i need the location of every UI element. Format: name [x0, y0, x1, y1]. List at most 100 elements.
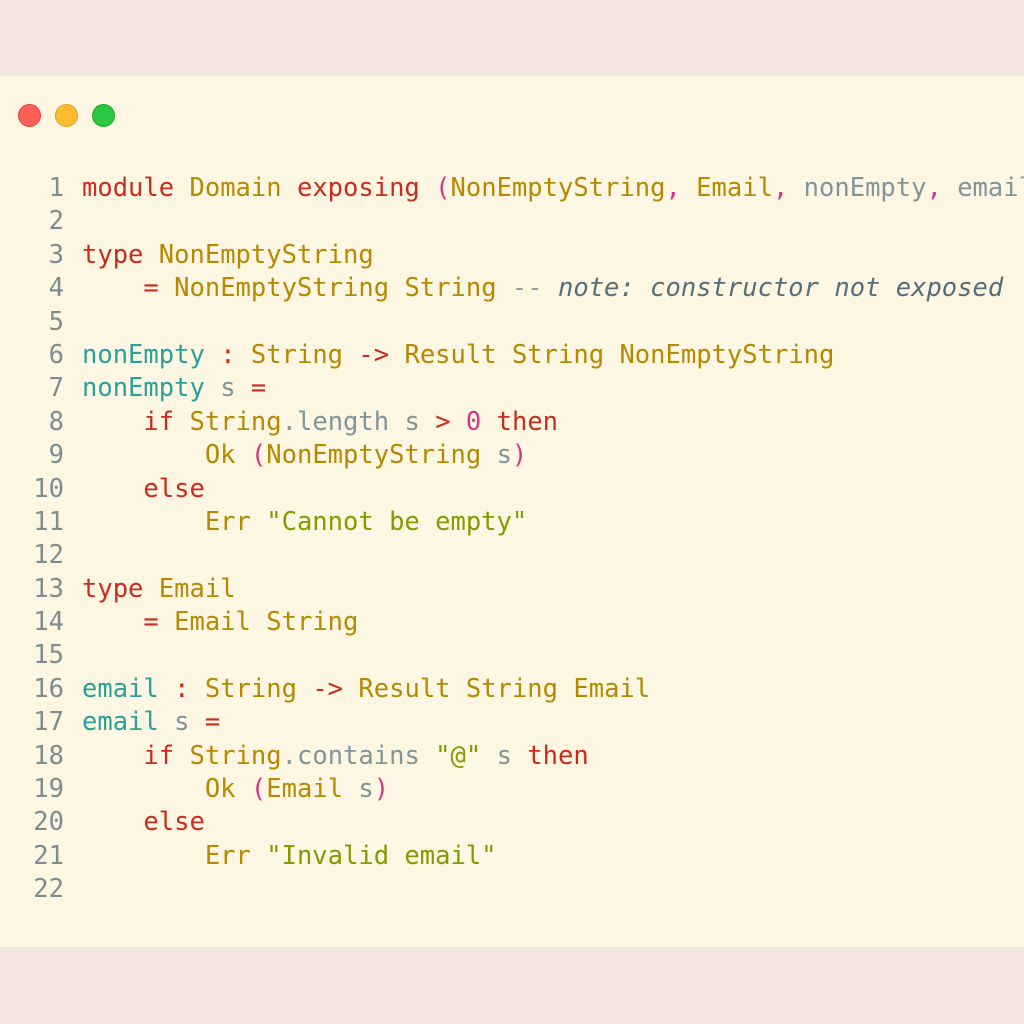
line-source: if String.length s > 0 then [82, 406, 558, 439]
line-number: 11 [33, 506, 64, 537]
code-token: then [527, 740, 589, 771]
line-source: if String.contains "@" s then [82, 740, 589, 773]
code-token: Ok [204, 774, 236, 805]
line-number: 12 [33, 540, 64, 571]
code-token: : [174, 673, 190, 704]
line-number: 9 [48, 440, 64, 471]
code-token: module [82, 173, 175, 203]
line-number: 18 [33, 740, 64, 771]
code-token: length [296, 406, 390, 437]
code-token: NonEmptyString [174, 273, 390, 304]
line-number: 15 [33, 640, 64, 671]
line-source: type Email [82, 573, 236, 606]
code-line: 11 Err "Cannot be empty" [0, 506, 1024, 539]
code-token: NonEmptyString [450, 173, 666, 203]
line-source: module Domain exposing (NonEmptyString, … [82, 172, 1024, 205]
code-token: s [496, 740, 512, 771]
code-token: Email [573, 673, 651, 704]
code-line: 18 if String.contains "@" s then [0, 740, 1024, 773]
code-token: NonEmptyString [158, 239, 374, 270]
code-token: -- [511, 273, 543, 304]
code-token: NonEmptyString [619, 339, 835, 370]
zoom-window-button[interactable] [92, 104, 115, 127]
code-token: s [220, 373, 236, 404]
code-token: String [465, 673, 559, 704]
code-line: 7 nonEmpty s = [0, 372, 1024, 405]
code-line: 21 Err "Invalid email" [0, 840, 1024, 873]
code-token: ( [435, 173, 451, 203]
code-token: Err [204, 840, 251, 871]
line-source: = NonEmptyString String -- note: constru… [82, 272, 1003, 305]
line-number: 14 [33, 607, 64, 638]
line-number: 13 [33, 573, 64, 604]
line-number: 4 [48, 273, 64, 304]
code-token: Result [358, 673, 451, 704]
code-line: 10 else [0, 473, 1024, 506]
code-token: String [404, 273, 497, 304]
code-token: "Cannot be empty" [266, 506, 528, 537]
code-line: 19 Ok (Email s) [0, 773, 1024, 806]
code-token: nonEmpty [82, 373, 205, 404]
line-source: else [82, 806, 205, 839]
code-token: nonEmpty [803, 173, 927, 203]
code-token: = [143, 273, 159, 304]
code-token: note: constructor not exposed [558, 273, 1004, 304]
code-token: else [143, 807, 205, 838]
code-token: then [496, 406, 559, 437]
code-token: > [435, 406, 451, 437]
code-token: Result [404, 339, 497, 370]
line-source: email : String -> Result String Email [82, 673, 650, 706]
minimize-window-button[interactable] [55, 104, 78, 127]
code-token: contains [296, 740, 420, 771]
code-line: 14 = Email String [0, 606, 1024, 639]
line-number: 20 [33, 807, 64, 838]
line-number: 3 [48, 239, 64, 270]
code-line: 4 = NonEmptyString String -- note: const… [0, 272, 1024, 305]
line-source: nonEmpty : String -> Result String NonEm… [82, 339, 834, 372]
code-line: 9 Ok (NonEmptyString s) [0, 439, 1024, 472]
line-number: 21 [33, 840, 64, 871]
code-token: s [496, 440, 512, 471]
line-number: 22 [33, 874, 64, 905]
code-line: 5 [0, 306, 1024, 339]
code-editor[interactable]: 1 module Domain exposing (NonEmptyString,… [0, 172, 1024, 907]
line-number: 19 [33, 774, 64, 805]
code-token: email [957, 173, 1024, 203]
code-token: : [220, 339, 236, 370]
code-line: 6 nonEmpty : String -> Result String NonE… [0, 339, 1024, 372]
code-token: type [82, 239, 144, 270]
code-token: -> [358, 339, 390, 370]
line-source: else [82, 473, 204, 506]
line-source: Ok (NonEmptyString s) [82, 439, 527, 472]
code-token: s [174, 707, 190, 738]
code-line: 8 if String.length s > 0 then [0, 406, 1024, 439]
code-token: . [281, 406, 297, 437]
code-token: Ok [204, 440, 236, 471]
close-window-button[interactable] [18, 104, 41, 127]
code-token: , [665, 173, 681, 203]
line-source: Err "Cannot be empty" [82, 506, 527, 539]
code-token: String [511, 339, 605, 370]
code-token: Err [204, 506, 251, 537]
code-token: ) [373, 774, 390, 805]
code-token: email [82, 673, 159, 704]
code-token: Email [266, 774, 344, 805]
